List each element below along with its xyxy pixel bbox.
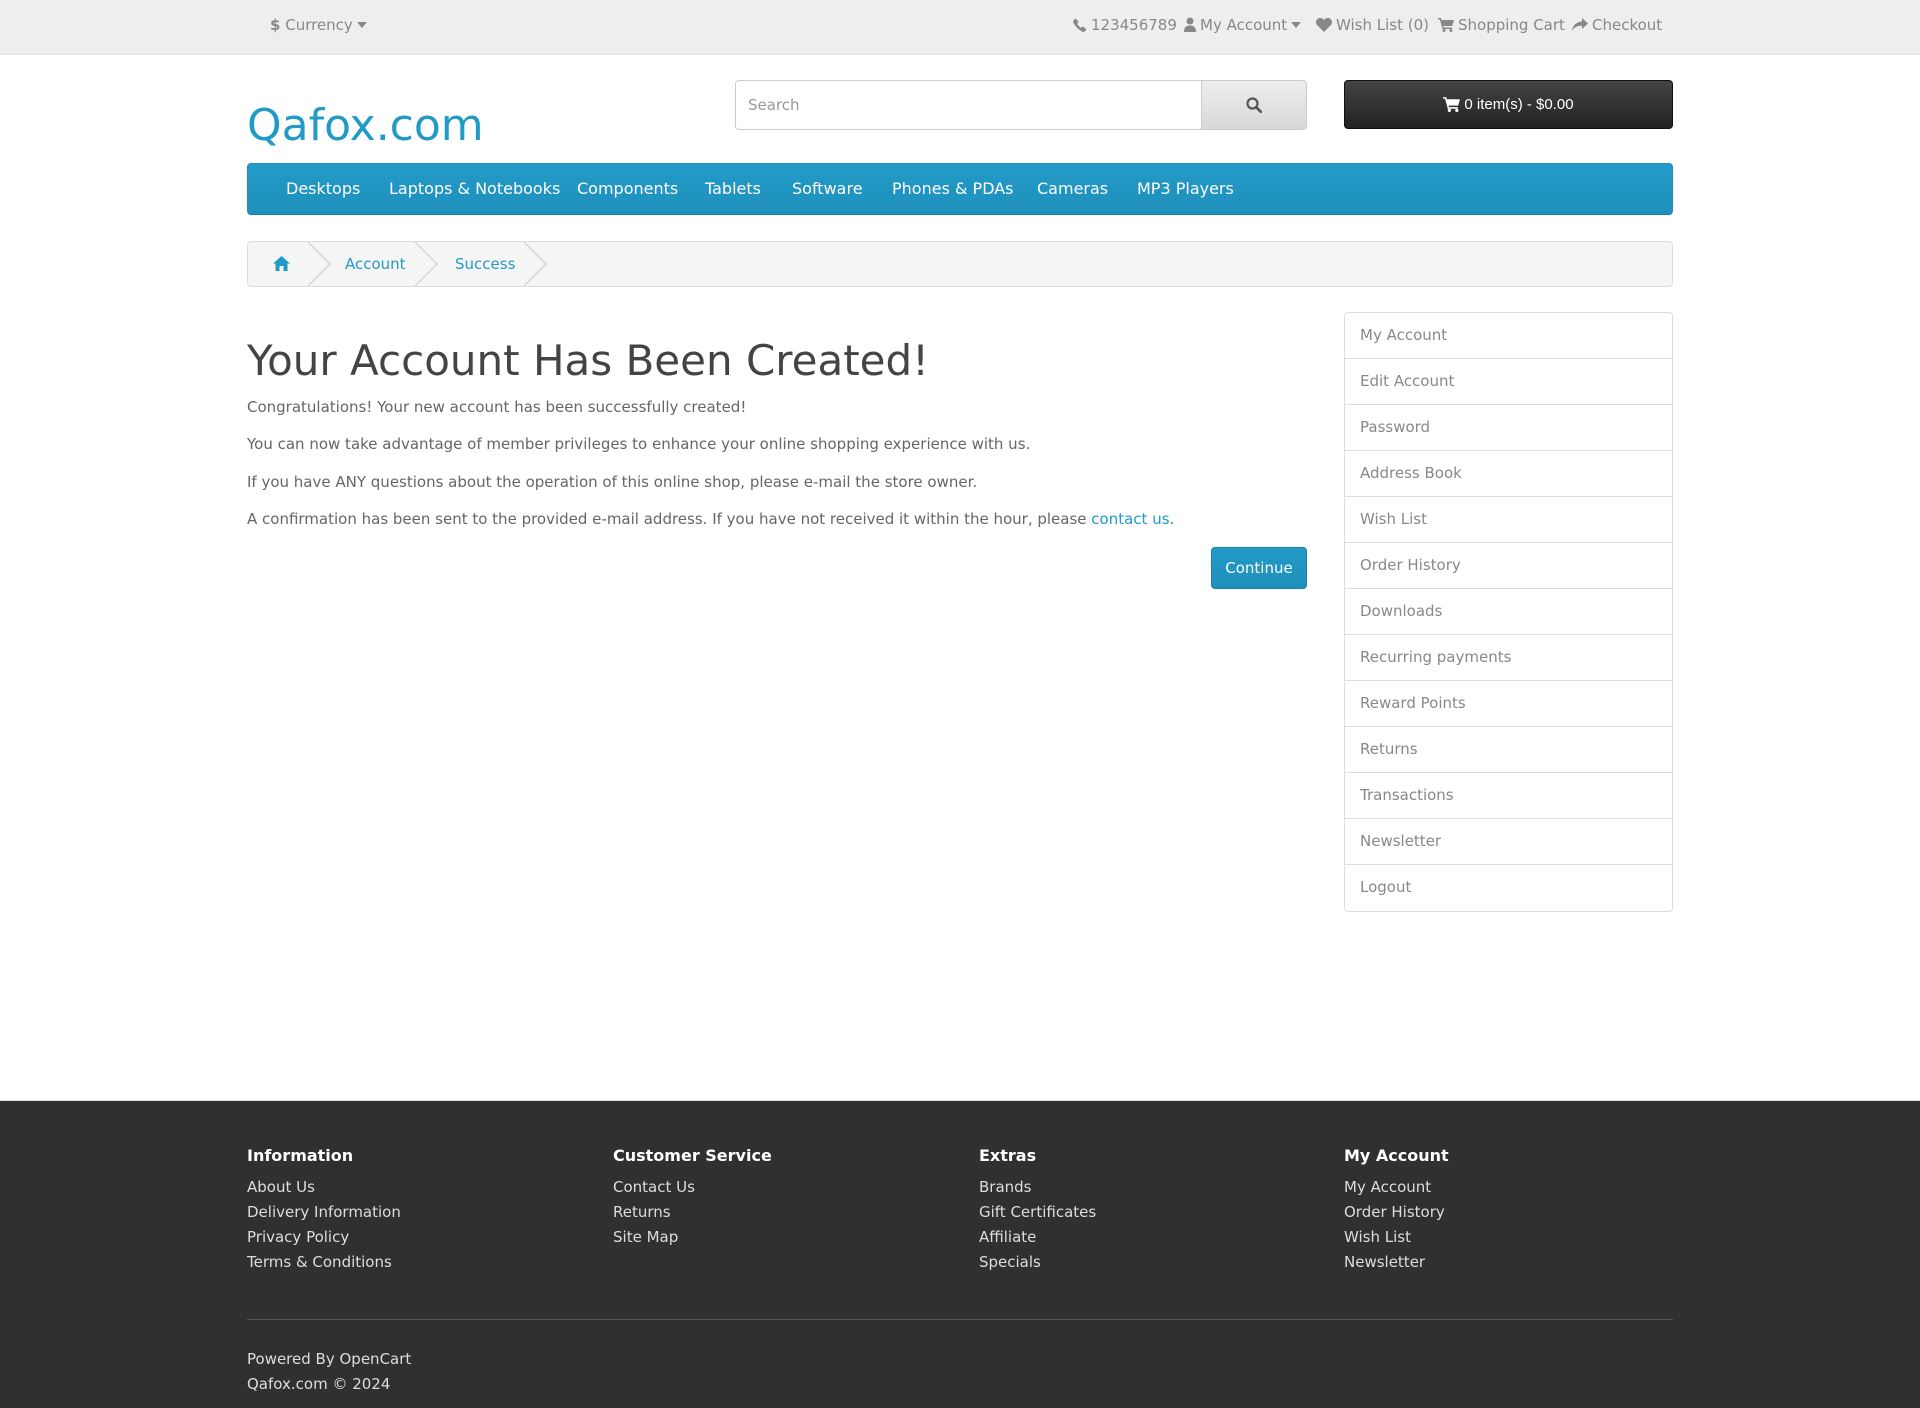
menu-item-software[interactable]: Software (792, 164, 863, 214)
sidebar-item-newsletter[interactable]: Newsletter (1345, 819, 1672, 865)
menu-item-phones[interactable]: Phones & PDAs (892, 164, 1014, 214)
wish-list-link[interactable]: Wish List (0) (1316, 0, 1429, 55)
footer-link-order-history[interactable]: Order History (1344, 1200, 1684, 1225)
caret-down-icon (1291, 22, 1302, 28)
footer-link-my-account[interactable]: My Account (1344, 1175, 1684, 1200)
search-input[interactable] (735, 80, 1202, 130)
footer-link-newsletter[interactable]: Newsletter (1344, 1250, 1684, 1275)
contact-us-link[interactable]: contact us (1091, 510, 1169, 528)
sidebar-item-returns[interactable]: Returns (1345, 727, 1672, 773)
breadcrumb-separator (414, 242, 438, 286)
cart-button[interactable]: 0 item(s) - $0.00 (1344, 80, 1673, 129)
my-account-label: My Account (1200, 16, 1288, 34)
cart-total: 0 item(s) - $0.00 (1464, 96, 1574, 113)
wish-list-label: Wish List (0) (1336, 16, 1429, 34)
sidebar-item-logout[interactable]: Logout (1345, 865, 1672, 911)
footer-my-account: My Account My Account Order History Wish… (1344, 1146, 1684, 1275)
menu-item-desktops[interactable]: Desktops (286, 164, 360, 214)
opencart-link[interactable]: OpenCart (340, 1350, 412, 1368)
breadcrumb-home[interactable] (273, 242, 290, 286)
confirmation-text: A confirmation has been sent to the prov… (247, 510, 1092, 528)
footer-heading: Extras (979, 1146, 1037, 1165)
footer-link-about-us[interactable]: About Us (247, 1175, 587, 1200)
questions-message: If you have ANY questions about the oper… (247, 473, 978, 491)
checkout-label: Checkout (1592, 16, 1663, 34)
sidebar-item-recurring-payments[interactable]: Recurring payments (1345, 635, 1672, 681)
search-icon (1246, 97, 1262, 113)
shopping-cart-link[interactable]: Shopping Cart (1438, 0, 1565, 55)
sidebar-item-order-history[interactable]: Order History (1345, 543, 1672, 589)
sidebar-item-address-book[interactable]: Address Book (1345, 451, 1672, 497)
share-icon (1572, 18, 1588, 31)
menu-item-mp3[interactable]: MP3 Players (1137, 164, 1234, 214)
currency-label: Currency (285, 16, 353, 34)
search-bar (735, 80, 1307, 130)
footer-extras: Extras Brands Gift Certificates Affiliat… (979, 1146, 1319, 1275)
footer-link-contact-us[interactable]: Contact Us (613, 1175, 953, 1200)
footer-link-terms[interactable]: Terms & Conditions (247, 1250, 587, 1275)
sidebar-item-my-account[interactable]: My Account (1345, 313, 1672, 359)
phone-link[interactable]: 123456789 (1073, 0, 1177, 55)
copyright: Qafox.com © 2024 (247, 1375, 391, 1393)
sidebar-item-edit-account[interactable]: Edit Account (1345, 359, 1672, 405)
footer-link-wish-list[interactable]: Wish List (1344, 1225, 1684, 1250)
user-icon (1184, 17, 1196, 32)
search-button[interactable] (1201, 80, 1307, 130)
footer-heading: Customer Service (613, 1146, 772, 1165)
sidebar-item-transactions[interactable]: Transactions (1345, 773, 1672, 819)
phone-icon (1073, 18, 1087, 32)
shopping-cart-label: Shopping Cart (1458, 16, 1565, 34)
privileges-message: You can now take advantage of member pri… (247, 435, 1031, 453)
footer-link-delivery[interactable]: Delivery Information (247, 1200, 587, 1225)
footer: Information About Us Delivery Informatio… (0, 1100, 1920, 1408)
main-menu: Desktops Laptops & Notebooks Components … (247, 163, 1673, 215)
breadcrumb-separator (523, 242, 547, 286)
cart-icon (1443, 97, 1461, 112)
breadcrumb-account[interactable]: Account (345, 242, 406, 286)
success-message: Congratulations! Your new account has be… (247, 398, 747, 416)
continue-button[interactable]: Continue (1211, 547, 1307, 589)
page-title: Your Account Has Been Created! (247, 336, 930, 385)
home-icon (273, 256, 290, 271)
footer-information: Information About Us Delivery Informatio… (247, 1146, 587, 1275)
breadcrumb: Account Success (247, 241, 1673, 287)
logo[interactable]: Qafox.com (247, 100, 484, 151)
sidebar-item-wish-list[interactable]: Wish List (1345, 497, 1672, 543)
footer-heading: Information (247, 1146, 354, 1165)
currency-dropdown[interactable]: $ Currency (270, 0, 367, 55)
confirmation-period: . (1169, 510, 1175, 528)
checkout-link[interactable]: Checkout (1572, 0, 1662, 55)
my-account-dropdown[interactable]: My Account (1184, 0, 1302, 55)
cart-icon (1438, 18, 1454, 32)
sidebar-item-downloads[interactable]: Downloads (1345, 589, 1672, 635)
confirmation-message: A confirmation has been sent to the prov… (247, 510, 1174, 528)
top-bar: $ Currency 123456789 My Account Wish Lis… (0, 0, 1920, 55)
account-sidebar: My Account Edit Account Password Address… (1344, 312, 1673, 912)
footer-link-site-map[interactable]: Site Map (613, 1225, 953, 1250)
footer-link-privacy[interactable]: Privacy Policy (247, 1225, 587, 1250)
sidebar-item-reward-points[interactable]: Reward Points (1345, 681, 1672, 727)
footer-link-returns[interactable]: Returns (613, 1200, 953, 1225)
footer-link-affiliate[interactable]: Affiliate (979, 1225, 1319, 1250)
heart-icon (1316, 17, 1332, 32)
currency-symbol: $ (270, 16, 281, 34)
footer-divider (247, 1319, 1673, 1320)
breadcrumb-separator (307, 242, 331, 286)
footer-credits: Powered By OpenCart Qafox.com © 2024 (247, 1347, 411, 1397)
sidebar-item-password[interactable]: Password (1345, 405, 1672, 451)
powered-by: Powered By OpenCart (247, 1347, 411, 1372)
menu-item-components[interactable]: Components (577, 164, 678, 214)
menu-item-tablets[interactable]: Tablets (705, 164, 761, 214)
menu-item-laptops[interactable]: Laptops & Notebooks (389, 164, 560, 214)
menu-item-cameras[interactable]: Cameras (1037, 164, 1108, 214)
powered-by-text: Powered By (247, 1350, 335, 1368)
footer-customer-service: Customer Service Contact Us Returns Site… (613, 1146, 953, 1250)
footer-link-gift-certificates[interactable]: Gift Certificates (979, 1200, 1319, 1225)
footer-heading: My Account (1344, 1146, 1449, 1165)
caret-down-icon (356, 22, 367, 28)
breadcrumb-success[interactable]: Success (455, 242, 515, 286)
footer-link-specials[interactable]: Specials (979, 1250, 1319, 1275)
phone-number: 123456789 (1091, 16, 1177, 34)
footer-link-brands[interactable]: Brands (979, 1175, 1319, 1200)
